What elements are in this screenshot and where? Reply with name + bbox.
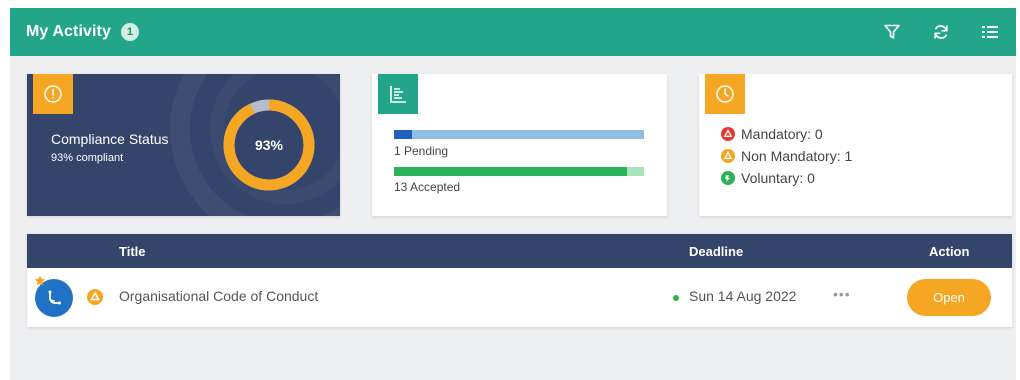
- legend-non-mandatory-label: Non Mandatory: 1: [741, 148, 853, 164]
- pending-bar: [394, 130, 644, 139]
- pending-bar-fill: [394, 130, 412, 139]
- accepted-label: 13 Accepted: [394, 180, 461, 194]
- alert-tag: [33, 74, 73, 114]
- legend-mandatory: Mandatory: 0: [721, 126, 823, 142]
- non-mandatory-icon: [721, 149, 735, 163]
- refresh-icon[interactable]: [929, 20, 953, 44]
- compliance-percent: 93%: [254, 137, 284, 153]
- accepted-bar-fill: [394, 167, 627, 176]
- list-view-icon[interactable]: [978, 20, 1002, 44]
- item-deadline: Sun 14 Aug 2022: [689, 288, 797, 304]
- deadline-status-dot: [673, 295, 679, 301]
- legend-non-mandatory: Non Mandatory: 1: [721, 148, 852, 164]
- legend-voluntary-label: Voluntary: 0: [741, 170, 815, 186]
- table-row[interactable]: Organisational Code of Conduct Sun 14 Au…: [27, 268, 1012, 327]
- legend-mandatory-label: Mandatory: 0: [741, 126, 823, 142]
- more-options-icon[interactable]: •••: [833, 286, 851, 302]
- bar-chart-icon: [390, 86, 406, 103]
- non-mandatory-icon: [87, 289, 103, 305]
- widget-header: My Activity 1: [10, 8, 1016, 56]
- compliance-title: Compliance Status: [51, 131, 169, 147]
- activity-table: Title Deadline Action Organisational Cod…: [27, 234, 1012, 327]
- column-action: Action: [929, 244, 970, 259]
- item-title[interactable]: Organisational Code of Conduct: [119, 288, 318, 304]
- alert-circle-icon: [44, 85, 62, 103]
- pending-label: 1 Pending: [394, 144, 449, 158]
- clock-icon: [716, 85, 734, 103]
- compliance-status-card[interactable]: Compliance Status 93% compliant 93%: [27, 74, 340, 216]
- widget-title: My Activity: [26, 23, 111, 40]
- mandatory-icon: [721, 127, 735, 141]
- open-button[interactable]: Open: [907, 279, 991, 316]
- my-activity-widget: My Activity 1 Compliance Status 93% comp…: [10, 8, 1016, 380]
- acknowledgement-progress-card[interactable]: 1 Pending 13 Accepted: [372, 74, 667, 216]
- legend-voluntary: Voluntary: 0: [721, 170, 815, 186]
- compliance-subtitle: 93% compliant: [51, 152, 124, 164]
- filter-icon[interactable]: [880, 20, 904, 44]
- clock-tag: [705, 74, 745, 114]
- activity-count-badge: 1: [120, 23, 139, 41]
- column-title[interactable]: Title: [119, 244, 146, 259]
- star-icon: [34, 275, 46, 286]
- header-actions: [855, 8, 1016, 56]
- voluntary-icon: [721, 171, 735, 185]
- column-deadline[interactable]: Deadline: [689, 244, 743, 259]
- table-header: Title Deadline Action: [27, 234, 1012, 268]
- category-breakdown-card[interactable]: Mandatory: 0 Non Mandatory: 1 Voluntary:…: [699, 74, 1012, 216]
- accepted-bar: [394, 167, 644, 176]
- chart-tag: [378, 74, 418, 114]
